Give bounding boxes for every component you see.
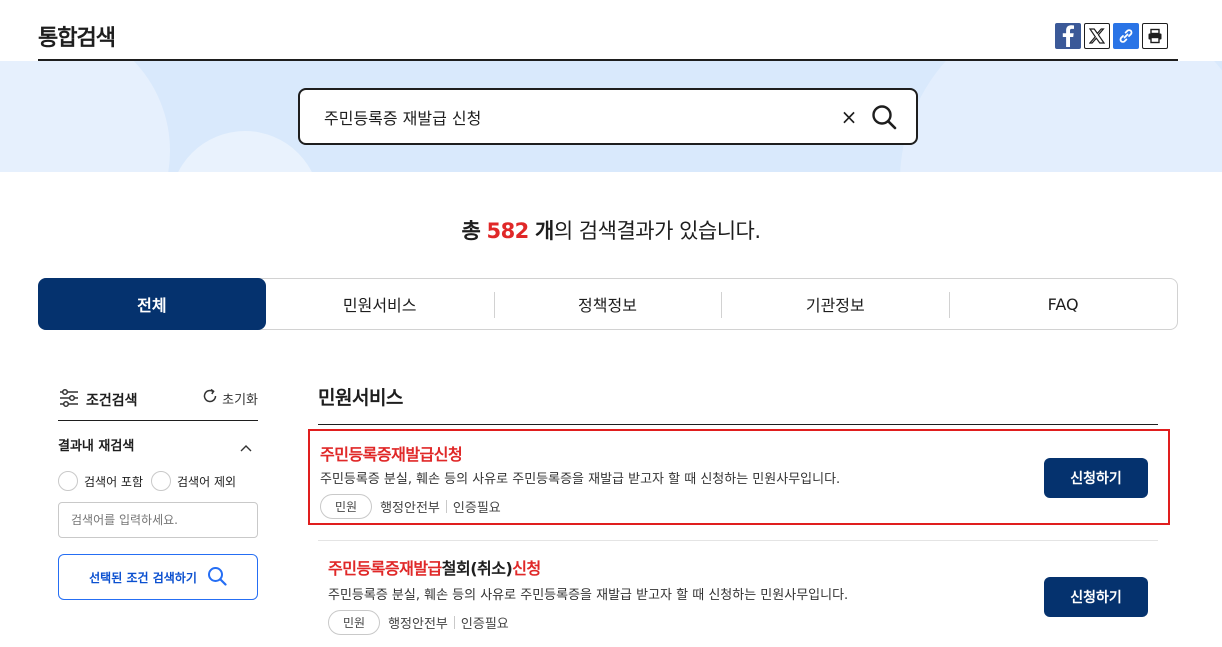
- result-item: 주민등록증재발급철회(취소)신청 주민등록증 분실, 훼손 등의 사유로 주민등…: [318, 540, 1158, 636]
- result-meta: 민원 행정안전부 인증필요: [320, 494, 501, 519]
- radio-circle[interactable]: [151, 471, 172, 491]
- section-title: 민원서비스: [318, 383, 1158, 425]
- search-icon[interactable]: [870, 103, 898, 131]
- divider: [58, 420, 258, 421]
- sliders-icon: [58, 388, 80, 412]
- exclude-keyword-radio[interactable]: 검색어 제외: [151, 471, 236, 491]
- tab-civil-services[interactable]: 민원서비스: [266, 279, 494, 329]
- tab-all[interactable]: 전체: [38, 278, 266, 330]
- exclude-keyword-label: 검색어 제외: [177, 474, 237, 489]
- search-icon: [207, 566, 227, 589]
- summary-unit: 개: [534, 219, 554, 243]
- result-title[interactable]: 주민등록증재발급신청: [320, 441, 463, 465]
- banner-decoration: [900, 61, 1222, 172]
- apply-filter-label: 선택된 조건 검색하기: [89, 570, 197, 585]
- link-icon[interactable]: [1113, 23, 1139, 49]
- include-keyword-label: 검색어 포함: [84, 474, 144, 489]
- filter-heading: 조건검색: [58, 388, 138, 412]
- category-tabs: 전체 민원서비스 정책정보 기관정보 FAQ: [38, 278, 1178, 330]
- refresh-icon: [202, 388, 218, 408]
- result-title[interactable]: 주민등록증재발급철회(취소)신청: [328, 555, 541, 579]
- summary-suffix: 의 검색결과가 있습니다.: [553, 219, 761, 243]
- facebook-icon[interactable]: [1055, 23, 1081, 49]
- chevron-up-icon[interactable]: [240, 437, 252, 456]
- search-box: ×: [298, 88, 918, 145]
- summary-prefix: 총: [461, 219, 481, 243]
- reset-button[interactable]: 초기화: [202, 388, 258, 408]
- filter-title: 조건검색: [86, 393, 138, 409]
- result-description: 주민등록증 분실, 훼손 등의 사유로 주민등록증을 재발급 받고자 할 때 신…: [320, 472, 841, 487]
- title-part: 신청: [512, 559, 541, 578]
- result-item: 주민등록증재발급신청 주민등록증 분실, 훼손 등의 사유로 주민등록증을 재발…: [308, 429, 1170, 525]
- result-summary: 총 582 개의 검색결과가 있습니다.: [0, 215, 1222, 245]
- auth-required: 인증필요: [452, 501, 501, 516]
- auth-required: 인증필요: [460, 617, 509, 632]
- refine-heading: 결과내 재검색: [58, 439, 135, 454]
- apply-button[interactable]: 신청하기: [1044, 458, 1148, 498]
- tab-policy-info[interactable]: 정책정보: [493, 279, 722, 329]
- x-icon[interactable]: [1084, 23, 1110, 49]
- agency-name: 행정안전부: [380, 501, 440, 516]
- reset-label: 초기화: [222, 392, 258, 408]
- share-toolbar: [1055, 23, 1168, 49]
- result-description: 주민등록증 분실, 훼손 등의 사유로 주민등록증을 재발급 받고자 할 때 신…: [328, 588, 849, 603]
- result-count: 582: [486, 219, 529, 243]
- refine-keyword-input[interactable]: [58, 502, 258, 538]
- clear-icon[interactable]: ×: [838, 106, 860, 128]
- include-keyword-radio[interactable]: 검색어 포함: [58, 471, 143, 491]
- civil-services-section: 민원서비스 주민등록증재발급신청 주민등록증 분실, 훼손 등의 사유로 주민등…: [308, 383, 1170, 635]
- apply-filter-button[interactable]: 선택된 조건 검색하기: [58, 554, 258, 600]
- apply-button[interactable]: 신청하기: [1044, 577, 1148, 617]
- banner-decoration: [0, 61, 170, 172]
- divider: [445, 500, 447, 513]
- category-tag: 민원: [328, 610, 381, 635]
- radio-circle[interactable]: [58, 471, 78, 491]
- title-part: 철회(취소): [441, 559, 513, 578]
- search-input[interactable]: [324, 90, 824, 143]
- print-icon[interactable]: [1142, 23, 1168, 49]
- category-tag: 민원: [320, 494, 373, 519]
- agency-name: 행정안전부: [388, 617, 448, 632]
- keyword-mode-options: 검색어 포함 검색어 제외: [58, 471, 236, 491]
- divider: [453, 616, 455, 629]
- page-header: 통합검색: [38, 0, 1178, 61]
- tab-faq[interactable]: FAQ: [949, 279, 1177, 329]
- search-banner: ×: [0, 61, 1222, 172]
- tab-agency-info[interactable]: 기관정보: [721, 279, 949, 329]
- page-title: 통합검색: [38, 26, 116, 51]
- result-meta: 민원 행정안전부 인증필요: [328, 610, 509, 635]
- title-part: 주민등록증재발급: [328, 559, 442, 578]
